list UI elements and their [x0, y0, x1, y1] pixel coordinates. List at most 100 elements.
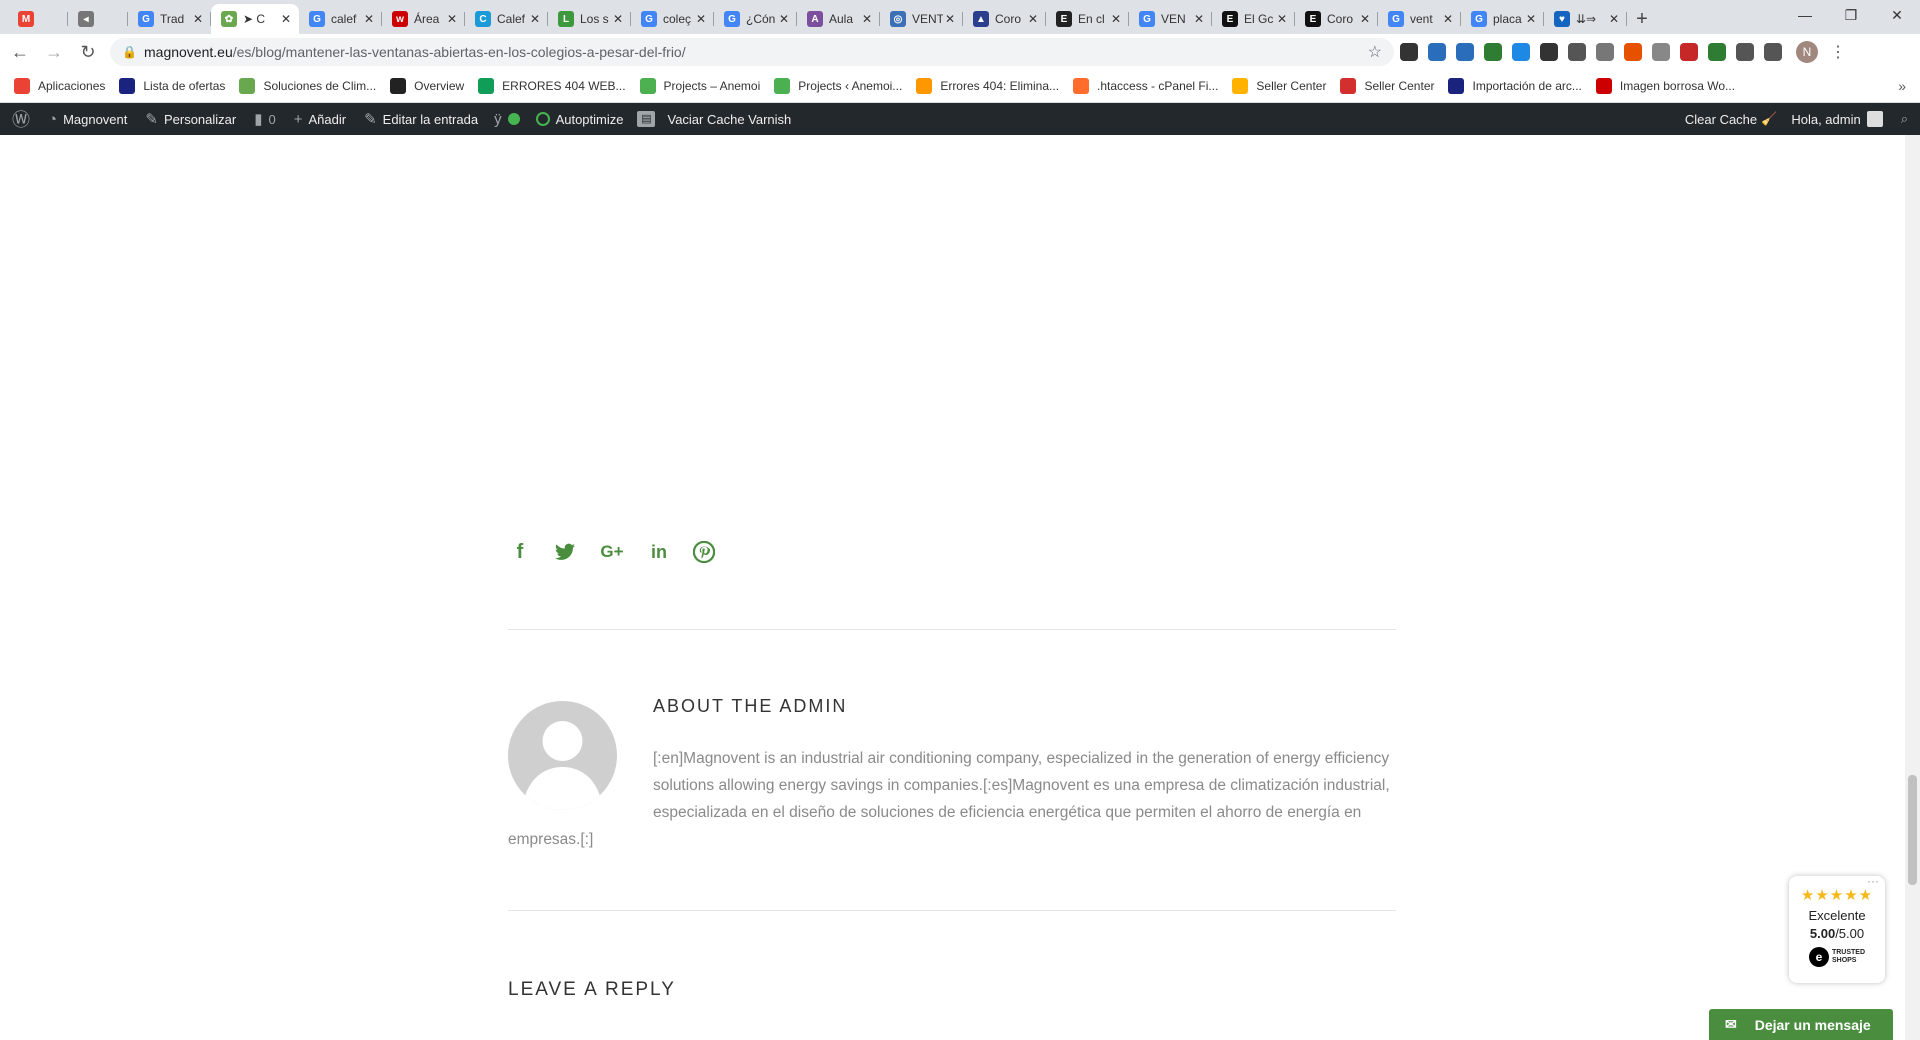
bookmark-item[interactable]: Importación de arc...	[1448, 78, 1582, 94]
bookmark-item[interactable]: Lista de ofertas	[119, 78, 225, 94]
bookmark-item[interactable]: Projects ‹ Anemoi...	[774, 78, 902, 94]
browser-tab[interactable]: M	[8, 4, 68, 34]
page-scrollbar[interactable]	[1905, 135, 1920, 1040]
extension-icon[interactable]	[1652, 43, 1670, 61]
browser-tab[interactable]: ◂	[68, 4, 128, 34]
bookmark-item[interactable]: Projects – Anemoi	[639, 78, 760, 94]
tab-title: ¿Cón	[746, 12, 776, 26]
profile-avatar[interactable]: N	[1796, 41, 1818, 63]
bookmark-item[interactable]: Aplicaciones	[14, 78, 105, 94]
autoptimize-menu[interactable]: Autoptimize	[535, 112, 623, 127]
tab-close-icon[interactable]: ✕	[943, 12, 957, 26]
extension-icon[interactable]	[1568, 43, 1586, 61]
tab-close-icon[interactable]: ✕	[1441, 12, 1455, 26]
customize-link[interactable]: ✎ Personalizar	[145, 110, 236, 128]
tab-close-icon[interactable]: ✕	[1109, 12, 1123, 26]
browser-tab[interactable]: G ¿Cón ✕	[714, 4, 797, 34]
edit-post-link[interactable]: ✎ Editar la entrada	[364, 110, 478, 128]
extension-icon[interactable]	[1428, 43, 1446, 61]
browser-tab[interactable]: ▲ Coro ✕	[963, 4, 1046, 34]
bookmark-item[interactable]: .htaccess - cPanel Fi...	[1073, 78, 1218, 94]
bookmark-item[interactable]: ERRORES 404 WEB...	[478, 78, 626, 94]
admin-search-icon[interactable]: ⌕	[1901, 111, 1908, 127]
browser-tab[interactable]: Gplaca ✕	[1461, 4, 1544, 34]
extension-icon[interactable]	[1540, 43, 1558, 61]
twitter-icon[interactable]	[553, 540, 577, 564]
browser-tab[interactable]: Gcoleç ✕	[631, 4, 714, 34]
browser-tab[interactable]: L Los s ✕	[548, 4, 631, 34]
extension-icon[interactable]	[1764, 43, 1782, 61]
tab-close-icon[interactable]: ✕	[860, 12, 874, 26]
tab-close-icon[interactable]: ✕	[362, 12, 376, 26]
new-tab-button[interactable]: +	[1627, 4, 1657, 34]
browser-tab[interactable]: ♥ ⇊⇒ ✕	[1544, 4, 1627, 34]
varnish-cache-link[interactable]: ▤ Vaciar Cache Varnish	[637, 111, 791, 127]
bookmark-item[interactable]: Seller Center	[1232, 78, 1326, 94]
extension-icon[interactable]	[1484, 43, 1502, 61]
trusted-shops-badge[interactable]: ··· ★★★★★ Excelente 5.00/5.00 e TRUSTED …	[1789, 874, 1885, 983]
back-button[interactable]: ←	[6, 38, 34, 66]
browser-tab[interactable]: G VEN ✕	[1129, 4, 1212, 34]
bookmark-item[interactable]: Errores 404: Elimina...	[916, 78, 1059, 94]
tab-close-icon[interactable]: ✕	[1026, 12, 1040, 26]
tab-close-icon[interactable]: ✕	[1607, 12, 1621, 26]
tab-close-icon[interactable]: ✕	[777, 12, 791, 26]
bookmark-item[interactable]: Soluciones de Clim...	[239, 78, 376, 94]
tab-close-icon[interactable]: ✕	[191, 12, 205, 26]
tab-close-icon[interactable]: ✕	[445, 12, 459, 26]
scrollbar-thumb[interactable]	[1908, 775, 1917, 885]
extension-icon[interactable]	[1708, 43, 1726, 61]
browser-tab[interactable]: E En cl ✕	[1046, 4, 1129, 34]
browser-tab[interactable]: ◎ VENT ✕	[880, 4, 963, 34]
browser-tab[interactable]: w Área ✕	[382, 4, 465, 34]
browser-tab[interactable]: Gvent ✕	[1378, 4, 1461, 34]
browser-tab[interactable]: E El Gc ✕	[1212, 4, 1295, 34]
wordpress-logo[interactable]: Ⓦ	[12, 106, 36, 132]
tab-close-icon[interactable]: ✕	[694, 12, 708, 26]
facebook-icon[interactable]: f	[508, 540, 532, 564]
tab-close-icon[interactable]: ✕	[528, 12, 542, 26]
close-window-button[interactable]: ✕	[1874, 0, 1920, 30]
yoast-seo-menu[interactable]: ÿ	[494, 111, 520, 128]
browser-tab[interactable]: G Trad ✕	[128, 4, 211, 34]
browser-tab[interactable]: E Coro ✕	[1295, 4, 1378, 34]
google-plus-icon[interactable]: G+	[598, 540, 626, 564]
leave-message-button[interactable]: ✉ Dejar un mensaje	[1709, 1009, 1893, 1040]
more-options-icon[interactable]: ···	[1867, 874, 1879, 888]
site-name-link[interactable]: ◔ Magnovent	[48, 111, 127, 128]
restore-button[interactable]: ❐	[1828, 0, 1874, 30]
pinterest-icon[interactable]	[692, 540, 716, 564]
extension-icon[interactable]	[1596, 43, 1614, 61]
bookmark-star-icon[interactable]: ☆	[1368, 42, 1382, 62]
extension-icon[interactable]	[1624, 43, 1642, 61]
menu-kebab-icon[interactable]: ⋮	[1830, 42, 1846, 62]
browser-tab[interactable]: C Calef ✕	[465, 4, 548, 34]
my-account-menu[interactable]: Hola, admin	[1791, 111, 1883, 127]
browser-tab[interactable]: A Aula ✕	[797, 4, 880, 34]
tab-close-icon[interactable]: ✕	[1358, 12, 1372, 26]
browser-tab[interactable]: Gcalef ✕	[299, 4, 382, 34]
extension-icon[interactable]	[1680, 43, 1698, 61]
add-new-link[interactable]: + Añadir	[294, 111, 346, 128]
extension-icon[interactable]	[1736, 43, 1754, 61]
browser-tab[interactable]: ✿ ➤ C ✕	[211, 4, 299, 34]
linkedin-icon[interactable]: in	[647, 540, 671, 564]
tab-close-icon[interactable]: ✕	[1192, 12, 1206, 26]
tab-close-icon[interactable]: ✕	[1524, 12, 1538, 26]
address-bar[interactable]: 🔒 magnovent.eu/es/blog/mantener-las-vent…	[110, 38, 1394, 66]
bookmark-item[interactable]: Imagen borrosa Wo...	[1595, 78, 1735, 94]
tab-close-icon[interactable]: ✕	[1275, 12, 1289, 26]
extension-icon[interactable]	[1400, 43, 1418, 61]
tab-close-icon[interactable]: ✕	[279, 12, 293, 26]
extension-icon[interactable]	[1456, 43, 1474, 61]
tab-close-icon[interactable]: ✕	[611, 12, 625, 26]
reload-button[interactable]: ↻	[74, 38, 102, 66]
clear-cache-link[interactable]: Clear Cache 🧹	[1685, 111, 1777, 127]
bookmarks-overflow-icon[interactable]: »	[1898, 78, 1906, 94]
bookmark-item[interactable]: Overview	[390, 78, 464, 94]
extension-icon[interactable]	[1512, 43, 1530, 61]
comments-link[interactable]: ▮ 0	[254, 110, 276, 128]
minimize-button[interactable]: —	[1782, 0, 1828, 30]
forward-button[interactable]: →	[40, 38, 68, 66]
bookmark-item[interactable]: Seller Center	[1340, 78, 1434, 94]
